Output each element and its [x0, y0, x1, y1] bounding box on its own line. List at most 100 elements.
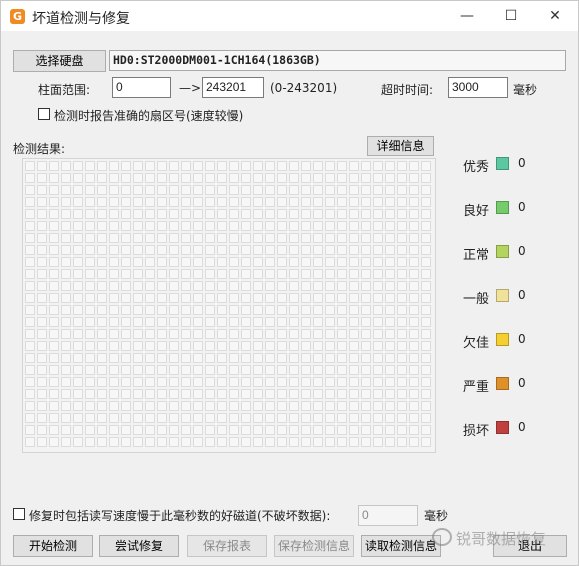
sector-cell — [193, 389, 203, 399]
sector-cell — [133, 353, 143, 363]
sector-cell — [61, 197, 71, 207]
sector-cell — [241, 305, 251, 315]
sector-cell — [61, 329, 71, 339]
start-scan-button[interactable]: 开始检测 — [13, 535, 93, 557]
sector-cell — [193, 401, 203, 411]
sector-cell — [61, 269, 71, 279]
sector-cell — [349, 185, 359, 195]
sector-cell — [289, 317, 299, 327]
sector-cell — [193, 365, 203, 375]
sector-cell — [157, 341, 167, 351]
sector-cell — [397, 341, 407, 351]
repair-threshold-input[interactable]: 0 — [358, 505, 418, 526]
sector-cell — [205, 209, 215, 219]
sector-cell — [229, 389, 239, 399]
sector-cell — [157, 413, 167, 423]
sector-cell — [61, 341, 71, 351]
save-report-button[interactable]: 保存报表 — [187, 535, 267, 557]
sector-cell — [301, 221, 311, 231]
sector-cell — [145, 221, 155, 231]
sector-cell — [337, 293, 347, 303]
sector-cell — [217, 281, 227, 291]
save-result-button[interactable]: 保存检测信息 — [274, 535, 354, 557]
sector-cell — [61, 365, 71, 375]
sector-cell — [61, 413, 71, 423]
sector-cell — [61, 425, 71, 435]
sector-cell — [97, 365, 107, 375]
sector-cell — [37, 233, 47, 243]
sector-cell — [349, 257, 359, 267]
sector-cell — [73, 245, 83, 255]
sector-cell — [301, 425, 311, 435]
timeout-input[interactable]: 3000 — [448, 77, 508, 98]
sector-cell — [277, 377, 287, 387]
repair-slow-tracks-checkbox[interactable] — [13, 508, 25, 520]
sector-cell — [397, 437, 407, 447]
sector-cell — [301, 305, 311, 315]
legend-count: 0 — [518, 332, 526, 346]
legend-swatch — [496, 377, 509, 390]
sector-cell — [253, 281, 263, 291]
sector-cell — [325, 209, 335, 219]
sector-cell — [421, 353, 431, 363]
bad-sector-window: G 坏道检测与修复 — ☐ ✕ 选择硬盘 HD0:ST2000DM001-1CH… — [0, 0, 579, 566]
maximize-button[interactable]: ☐ — [488, 1, 534, 31]
sector-cell — [217, 293, 227, 303]
sector-cell — [253, 437, 263, 447]
sector-cell — [217, 317, 227, 327]
sector-cell — [385, 173, 395, 183]
sector-cell — [265, 365, 275, 375]
sector-cell — [361, 293, 371, 303]
select-disk-button[interactable]: 选择硬盘 — [13, 50, 106, 72]
sector-cell — [265, 257, 275, 267]
sector-cell — [241, 197, 251, 207]
app-icon: G — [10, 9, 25, 24]
sector-cell — [157, 329, 167, 339]
sector-cell — [25, 401, 35, 411]
sector-cell — [169, 305, 179, 315]
sector-cell — [49, 425, 59, 435]
range-end-input[interactable]: 243201 — [202, 77, 264, 98]
range-start-input[interactable]: 0 — [112, 77, 171, 98]
sector-cell — [325, 233, 335, 243]
sector-cell — [325, 245, 335, 255]
sector-cell — [277, 293, 287, 303]
sector-cell — [361, 437, 371, 447]
sector-cell — [325, 365, 335, 375]
try-repair-button[interactable]: 尝试修复 — [99, 535, 179, 557]
sector-cell — [265, 425, 275, 435]
sector-cell — [121, 197, 131, 207]
sector-cell — [145, 389, 155, 399]
sector-cell — [133, 173, 143, 183]
sector-cell — [121, 413, 131, 423]
sector-cell — [337, 425, 347, 435]
legend-swatch — [496, 333, 509, 346]
sector-cell — [229, 245, 239, 255]
sector-cell — [361, 305, 371, 315]
sector-cell — [337, 317, 347, 327]
detail-info-button[interactable]: 详细信息 — [367, 136, 434, 156]
report-sector-checkbox[interactable] — [38, 108, 50, 120]
sector-cell — [133, 305, 143, 315]
sector-cell — [61, 233, 71, 243]
minimize-button[interactable]: — — [444, 1, 490, 31]
sector-cell — [421, 173, 431, 183]
sector-cell — [313, 425, 323, 435]
sector-cell — [409, 377, 419, 387]
sector-cell — [373, 209, 383, 219]
sector-cell — [193, 341, 203, 351]
sector-cell — [253, 245, 263, 255]
sector-cell — [85, 437, 95, 447]
sector-cell — [73, 437, 83, 447]
read-result-button[interactable]: 读取检测信息 — [361, 535, 441, 557]
sector-cell — [73, 413, 83, 423]
sector-cell — [97, 293, 107, 303]
sector-cell — [49, 437, 59, 447]
close-button[interactable]: ✕ — [532, 1, 578, 31]
legend-swatch — [496, 157, 509, 170]
sector-cell — [313, 161, 323, 171]
sector-cell — [37, 377, 47, 387]
sector-cell — [313, 257, 323, 267]
sector-cell — [97, 197, 107, 207]
sector-cell — [109, 161, 119, 171]
